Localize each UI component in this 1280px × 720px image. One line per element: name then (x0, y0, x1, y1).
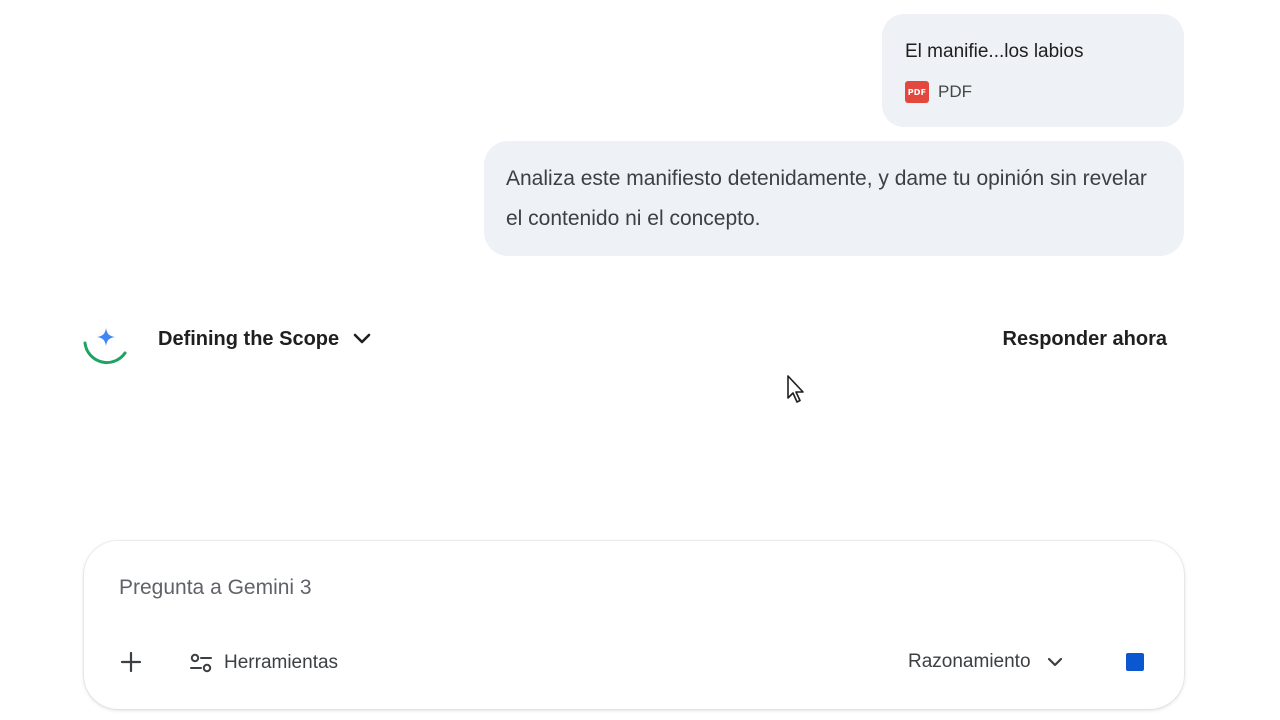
chevron-down-icon[interactable] (353, 333, 371, 345)
attachment-type: PDF (938, 82, 972, 101)
pdf-file-icon: PDF (905, 81, 929, 103)
tune-icon (190, 653, 212, 673)
attachment-card[interactable]: El manifie...los labios PDF PDF (882, 14, 1184, 127)
tools-label: Herramientas (224, 652, 339, 673)
respond-now-label: Responder ahora (1002, 327, 1167, 350)
model-selector[interactable]: Razonamiento (908, 647, 1063, 677)
attachment-name: El manifie...los labios (905, 41, 1084, 62)
respond-now-button[interactable]: Responder ahora (1003, 324, 1167, 354)
chevron-down-icon (1047, 657, 1063, 667)
model-label: Razonamiento (908, 651, 1031, 672)
stop-icon (1126, 653, 1144, 671)
attachment-type-row: PDF PDF (905, 81, 1184, 103)
add-attachment-button[interactable] (118, 649, 144, 675)
user-message-bubble: Analiza este manifiesto detenidamente, y… (484, 141, 1184, 256)
mouse-cursor-icon (786, 374, 808, 411)
stop-button[interactable] (1125, 652, 1145, 672)
prompt-composer: Herramientas Razonamiento (84, 541, 1184, 709)
user-message-text: Analiza este manifiesto detenidamente, y… (506, 167, 1147, 230)
tools-button[interactable]: Herramientas (188, 648, 338, 678)
gemini-spark-icon (80, 320, 130, 366)
prompt-input[interactable] (119, 571, 1019, 605)
thought-title: Defining the Scope (158, 327, 340, 350)
plus-icon (120, 651, 142, 673)
thought-toggle[interactable]: Defining the Scope (158, 324, 371, 354)
